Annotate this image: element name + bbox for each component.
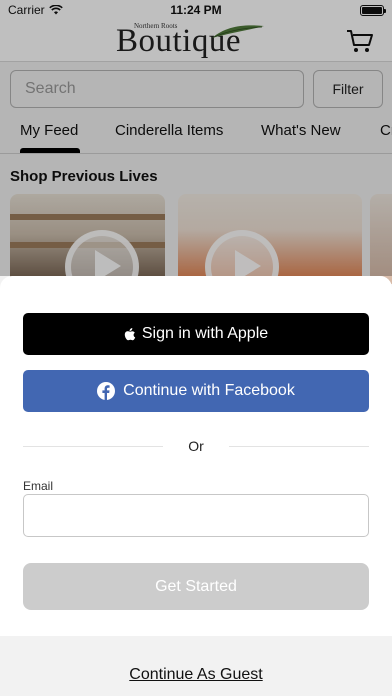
sign-in-apple-button[interactable]: Sign in with Apple (23, 313, 369, 355)
continue-facebook-button[interactable]: Continue with Facebook (23, 370, 369, 412)
apple-icon (124, 328, 136, 341)
continue-as-guest-link[interactable]: Continue As Guest (0, 666, 392, 684)
modal-backdrop[interactable] (0, 0, 392, 276)
get-started-button[interactable]: Get Started (23, 563, 369, 610)
facebook-icon (97, 382, 116, 400)
divider-right (229, 446, 369, 447)
email-label: Email (23, 479, 54, 493)
apple-button-label: Sign in with Apple (141, 325, 269, 342)
sign-in-sheet: Sign in with Apple Continue with Faceboo… (0, 276, 392, 636)
facebook-button-label: Continue with Facebook (123, 382, 295, 399)
guest-footer: Continue As Guest (0, 636, 392, 696)
email-field[interactable] (23, 494, 369, 537)
